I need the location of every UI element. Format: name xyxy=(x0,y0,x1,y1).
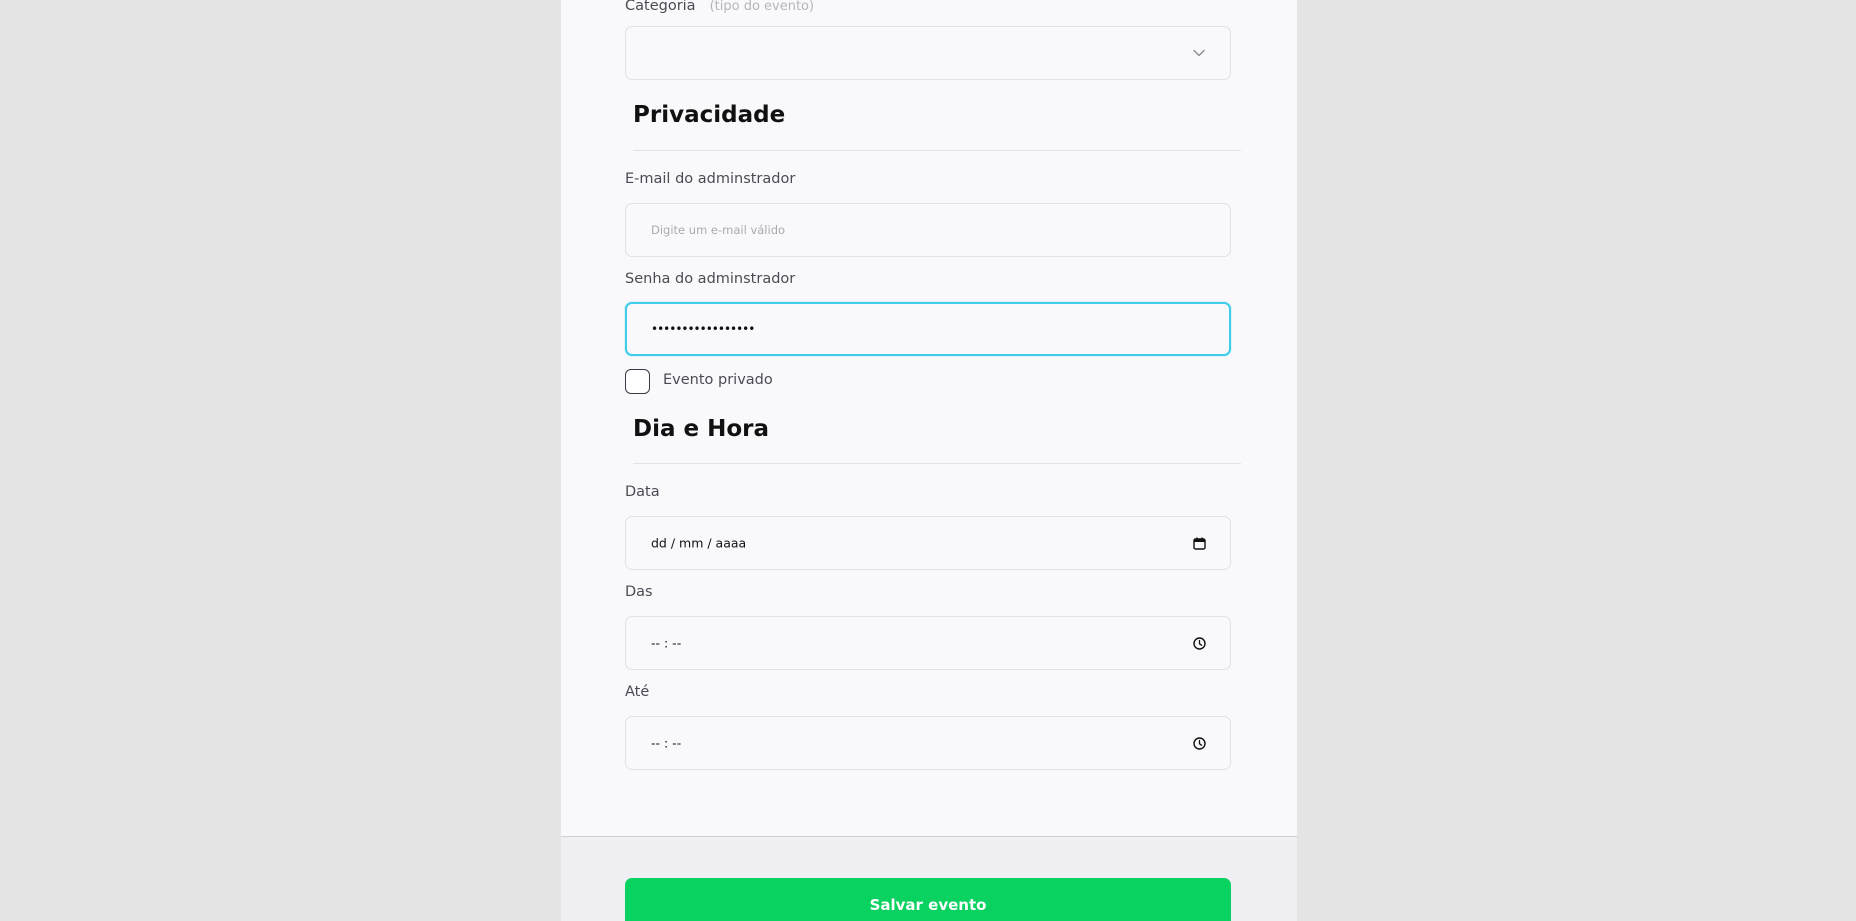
category-label: Categoria (tipo do evento) xyxy=(625,0,814,14)
from-time-input[interactable]: -- : -- xyxy=(625,616,1231,670)
datetime-section-title: Dia e Hora xyxy=(633,416,770,442)
datetime-divider xyxy=(633,463,1241,464)
event-form-panel: Categoria (tipo do evento) Privacidade E-… xyxy=(561,0,1297,921)
admin-password-value: ••••••••••••••••• xyxy=(651,322,755,336)
chevron-down-icon xyxy=(1192,46,1206,60)
date-label: Data xyxy=(625,484,660,500)
form-footer: Salvar evento xyxy=(561,836,1297,921)
private-event-checkbox[interactable] xyxy=(625,369,650,394)
admin-email-label: E-mail do adminstrador xyxy=(625,171,796,187)
private-event-label[interactable]: Evento privado xyxy=(663,372,773,388)
privacy-section-title: Privacidade xyxy=(633,102,786,128)
to-time-input[interactable]: -- : -- xyxy=(625,716,1231,770)
clock-icon[interactable] xyxy=(1192,736,1206,750)
calendar-icon[interactable] xyxy=(1192,536,1206,550)
privacy-divider xyxy=(633,150,1241,151)
category-select[interactable] xyxy=(625,26,1231,80)
save-event-button[interactable]: Salvar evento xyxy=(625,878,1231,921)
clock-icon[interactable] xyxy=(1192,636,1206,650)
from-time-label: Das xyxy=(625,584,653,600)
date-value: dd / mm / aaaa xyxy=(651,535,747,551)
to-time-label: Até xyxy=(625,684,650,700)
date-input[interactable]: dd / mm / aaaa xyxy=(625,516,1231,570)
category-hint: (tipo do evento) xyxy=(709,0,815,14)
admin-email-placeholder: Digite um e-mail válido xyxy=(651,223,786,237)
from-time-value: -- : -- xyxy=(651,635,682,651)
admin-password-label: Senha do adminstrador xyxy=(625,271,796,287)
admin-email-field[interactable]: Digite um e-mail válido xyxy=(625,203,1231,257)
to-time-value: -- : -- xyxy=(651,735,682,751)
admin-password-field[interactable]: ••••••••••••••••• xyxy=(625,302,1231,356)
category-label-text: Categoria xyxy=(625,0,696,14)
